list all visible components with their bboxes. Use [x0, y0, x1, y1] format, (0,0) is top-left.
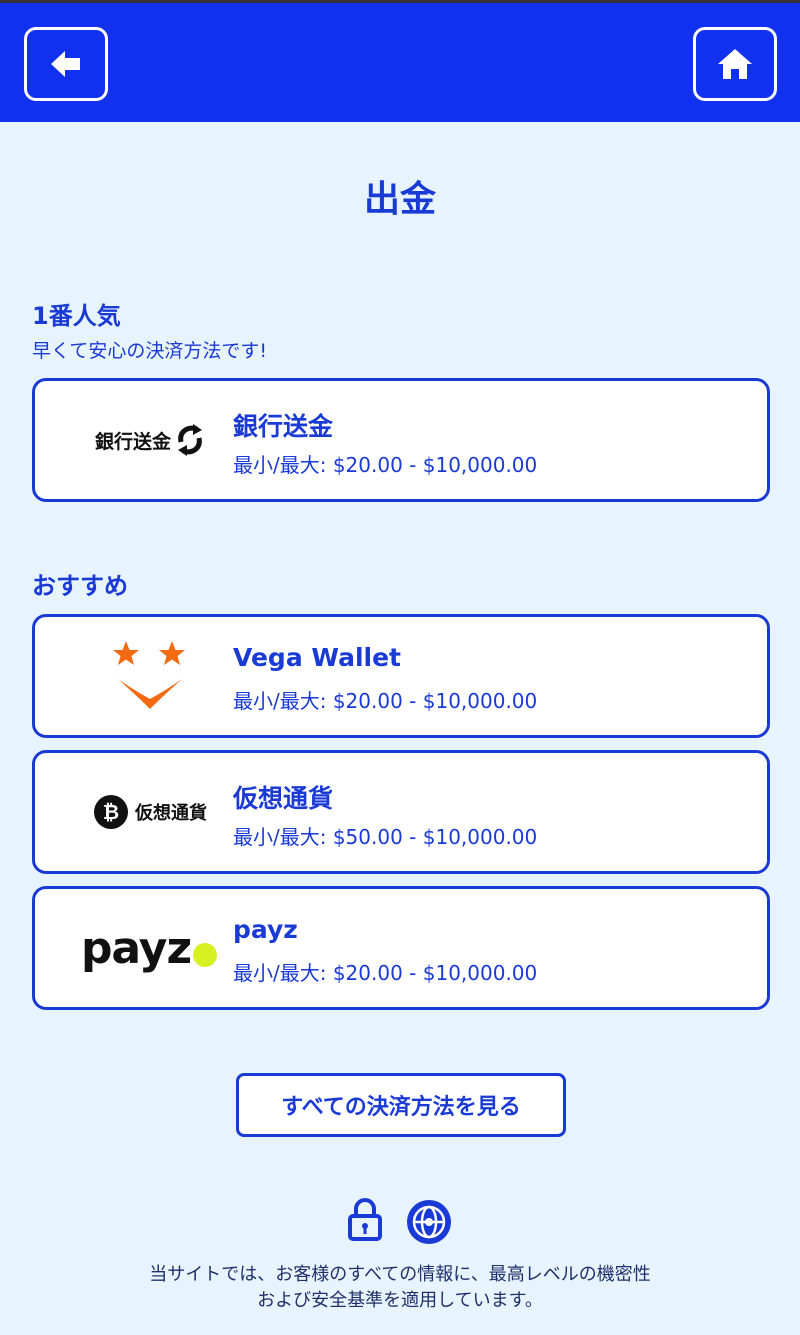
vega-stars-icon	[113, 641, 185, 709]
bank-transfer-logo: 銀行送金	[65, 397, 235, 483]
payz-logo: payz	[65, 905, 235, 991]
crypto-logo-text: 仮想通貨	[135, 803, 207, 824]
payz-logo-text: payz	[80, 922, 192, 974]
payz-dot-icon	[193, 943, 218, 967]
method-range: 最小/最大: $20.00 - $10,000.00	[233, 689, 538, 713]
page-title: 出金	[363, 179, 436, 220]
security-notice: 当サイトでは、お客様のすべての情報に、最高レベルの機密性 および安全基準を適用し…	[0, 1262, 800, 1314]
security-notice-line2: および安全基準を適用しています。	[257, 1290, 543, 1311]
crypto-logo: ₿ 仮想通貨	[65, 769, 235, 855]
method-name: 仮想通貨	[233, 784, 334, 813]
security-icons	[0, 1198, 800, 1246]
view-all-methods-button[interactable]: すべての決済方法を見る	[236, 1073, 566, 1137]
globe-icon	[407, 1200, 451, 1244]
method-range: 最小/最大: $20.00 - $10,000.00	[233, 453, 538, 477]
payment-method-payz[interactable]: payz payz 最小/最大: $20.00 - $10,000.00	[32, 886, 770, 1010]
section-title-popular: 1番人気	[32, 302, 121, 330]
section-subtitle-popular: 早くて安心の決済方法です!	[32, 340, 268, 362]
method-range: 最小/最大: $50.00 - $10,000.00	[233, 825, 538, 849]
payment-method-crypto[interactable]: ₿ 仮想通貨 仮想通貨 最小/最大: $50.00 - $10,000.00	[32, 750, 770, 874]
method-name: 銀行送金	[233, 412, 334, 441]
method-name: payz	[233, 915, 298, 944]
bitcoin-icon: ₿	[94, 795, 128, 829]
method-name: Vega Wallet	[233, 643, 402, 672]
section-title-recommended: おすすめ	[32, 572, 128, 600]
svg-text:₿: ₿	[103, 800, 119, 824]
lock-icon	[348, 1198, 382, 1241]
back-button[interactable]	[24, 27, 108, 101]
arrow-left-icon	[51, 51, 80, 77]
vega-wallet-logo	[65, 633, 235, 719]
bank-logo-text: 銀行送金	[94, 430, 171, 453]
refresh-arrows-icon	[178, 424, 202, 456]
security-notice-line1: 当サイトでは、お客様のすべての情報に、最高レベルの機密性	[149, 1264, 651, 1285]
method-range: 最小/最大: $20.00 - $10,000.00	[233, 961, 538, 985]
home-icon	[718, 49, 752, 79]
top-bar	[0, 0, 800, 122]
payment-method-bank-transfer[interactable]: 銀行送金 銀行送金 最小/最大: $20.00 - $10,000.00	[32, 378, 770, 502]
payment-method-vega-wallet[interactable]: Vega Wallet 最小/最大: $20.00 - $10,000.00	[32, 614, 770, 738]
home-button[interactable]	[693, 27, 777, 101]
